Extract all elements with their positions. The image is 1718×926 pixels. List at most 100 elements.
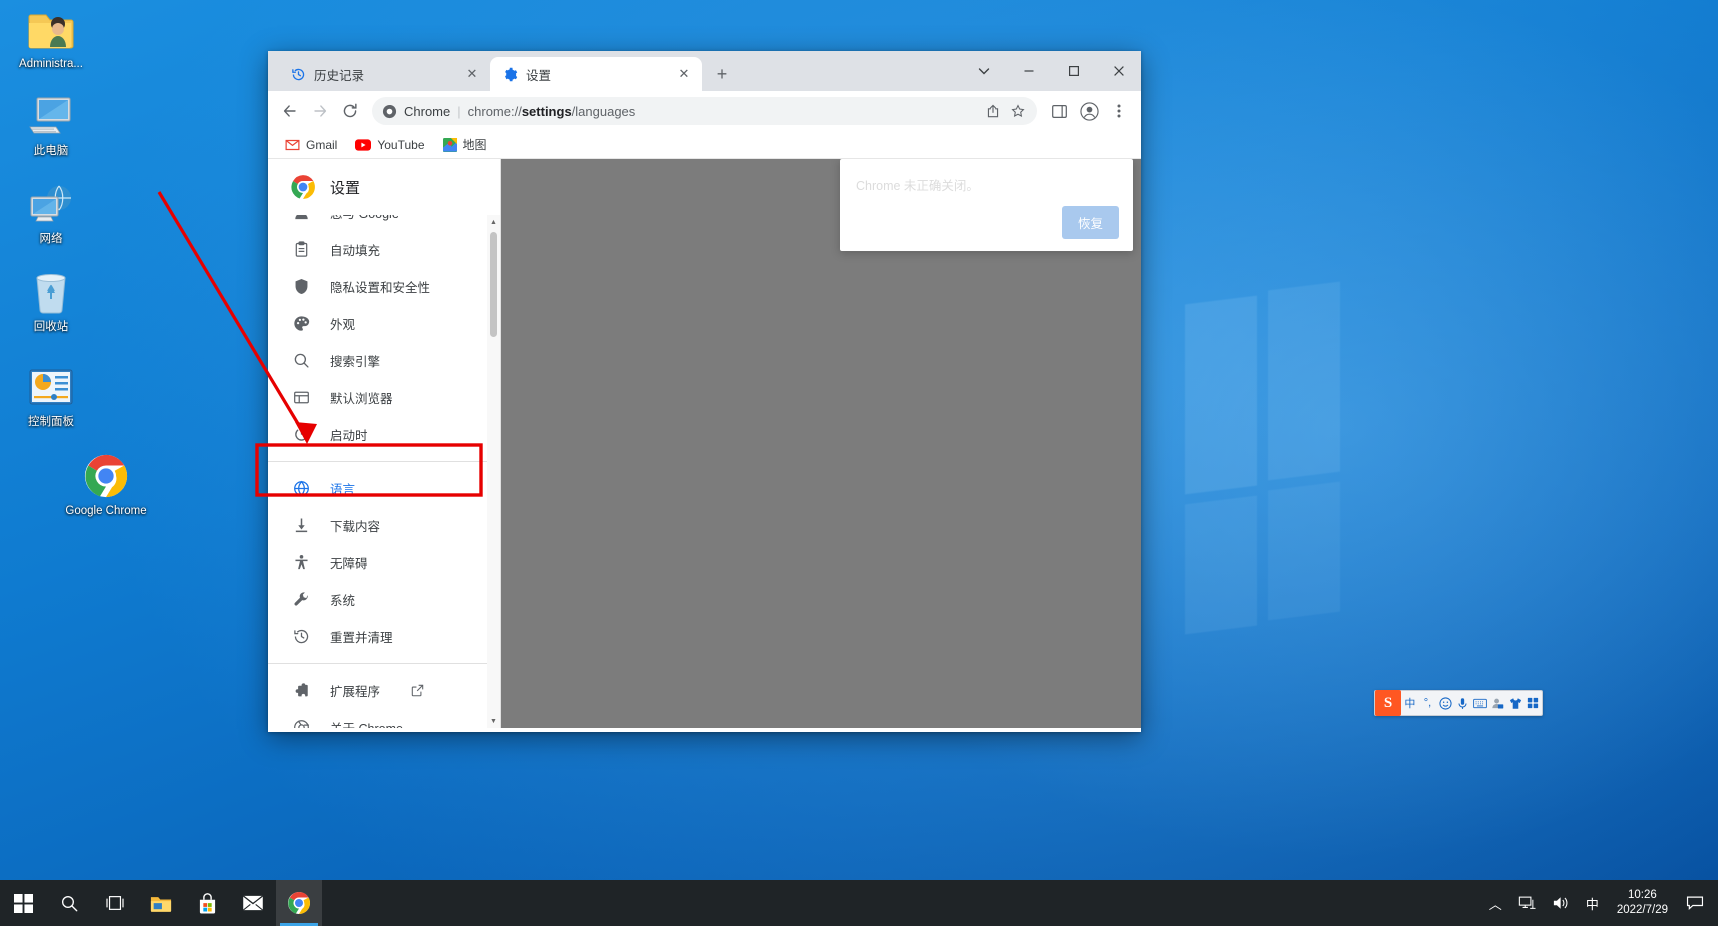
sidebar-item-label: 启动时 (330, 429, 368, 443)
microsoft-store-button[interactable] (184, 880, 230, 926)
sidebar-item-label: 无障碍 (330, 557, 368, 571)
sidebar-item-default-browser[interactable]: 默认浏览器 (268, 379, 500, 416)
scroll-up-arrow[interactable]: ▲ (487, 215, 500, 229)
bookmark-youtube[interactable]: YouTube (348, 135, 431, 155)
youtube-icon (355, 138, 372, 151)
sidebar-item-you-and-google[interactable]: 您与 Google (268, 215, 500, 231)
search-button[interactable] (46, 880, 92, 926)
side-panel-icon[interactable] (1045, 97, 1073, 125)
speaker-icon[interactable] (1544, 880, 1578, 926)
sidebar-item-about-chrome[interactable]: 关于 Chrome (268, 709, 500, 728)
sidebar-item-system[interactable]: 系统 (268, 581, 500, 618)
sidebar-item-extensions[interactable]: 扩展程序 (268, 672, 500, 709)
sidebar-item-privacy-security[interactable]: 隐私设置和安全性 (268, 268, 500, 305)
close-window-button[interactable] (1096, 51, 1141, 91)
sidebar-divider (268, 663, 500, 664)
sidebar-divider (268, 461, 500, 462)
ime-voice-input-button[interactable] (1454, 690, 1472, 716)
tab-search-button[interactable] (961, 51, 1006, 91)
minimize-button[interactable] (1006, 51, 1051, 91)
settings-header: 设置 (268, 159, 500, 215)
extension-icon (292, 682, 310, 700)
bookmarks-bar: Gmail YouTube 地图 (268, 131, 1141, 159)
sidebar-item-downloads[interactable]: 下载内容 (268, 507, 500, 544)
tab-close-button[interactable]: ✕ (464, 66, 480, 82)
star-icon[interactable] (1007, 100, 1029, 122)
sidebar-item-appearance[interactable]: 外观 (268, 305, 500, 342)
restore-clock-icon (292, 628, 310, 646)
globe-icon (292, 480, 310, 498)
forward-button[interactable] (306, 97, 334, 125)
reload-button[interactable] (336, 97, 364, 125)
user-folder-icon (3, 5, 99, 53)
new-tab-button[interactable]: + (708, 60, 736, 88)
start-button[interactable] (0, 880, 46, 926)
ime-user-center-button[interactable] (1489, 690, 1507, 716)
ime-punctuation-toggle[interactable]: °, (1419, 690, 1437, 716)
ime-emoji-button[interactable] (1436, 690, 1454, 716)
network-icon (3, 180, 99, 228)
sidebar-item-label: 搜索引擎 (330, 355, 381, 369)
mail-button[interactable] (230, 880, 276, 926)
chrome-taskbar-button[interactable] (276, 880, 322, 926)
shield-icon (292, 278, 310, 296)
desktop-icon-label: 控制面板 (28, 416, 74, 428)
desktop-icon-administrator[interactable]: Administra... (3, 5, 99, 71)
omnibox-separator: | (457, 103, 461, 119)
bookmark-gmail[interactable]: Gmail (278, 135, 344, 155)
file-explorer-button[interactable] (138, 880, 184, 926)
address-bar[interactable]: Chrome | chrome://settings/languages (372, 97, 1037, 125)
ime-toolbox-button[interactable] (1524, 690, 1542, 716)
desktop-icon-this-pc[interactable]: 此电脑 (3, 92, 99, 158)
share-icon[interactable] (982, 100, 1004, 122)
person-icon (292, 215, 310, 222)
ime-indicator[interactable]: 中 (1578, 880, 1607, 926)
system-tray: ︿ 中 10:26 2022/7/29 (1481, 880, 1718, 926)
sidebar-item-on-startup[interactable]: 启动时 (268, 416, 500, 453)
sidebar-item-reset-cleanup[interactable]: 重置并清理 (268, 618, 500, 655)
ime-language-toggle[interactable]: 中 (1401, 690, 1419, 716)
desktop-icon-network[interactable]: 网络 (3, 180, 99, 246)
tray-overflow-button[interactable]: ︿ (1481, 880, 1510, 926)
profile-avatar-icon[interactable] (1075, 97, 1103, 125)
three-dot-menu-icon[interactable] (1105, 97, 1133, 125)
sogou-logo-icon[interactable]: S (1375, 690, 1401, 716)
search-icon (292, 352, 310, 370)
desktop-icon-google-chrome[interactable]: Google Chrome (58, 452, 154, 518)
sidebar-item-label: 自动填充 (330, 244, 381, 258)
tab-history[interactable]: 历史记录 ✕ (278, 57, 490, 91)
sidebar-item-label: 系统 (330, 594, 356, 608)
wrench-icon (292, 591, 310, 609)
scroll-down-arrow[interactable]: ▼ (487, 714, 500, 728)
desktop-icon-recycle-bin[interactable]: 回收站 (3, 268, 99, 334)
sidebar-scrollbar[interactable]: ▲ ▼ (487, 215, 500, 728)
sidebar-item-autofill[interactable]: 自动填充 (268, 231, 500, 268)
sogou-ime-toolbar: S 中 °, (1374, 690, 1543, 716)
wallpaper-shape (1268, 481, 1340, 621)
page-viewport: 按您的偏好设置对语言进行排序 中文（简体中文） 将网页翻译成此语言 以这种语言显… (268, 159, 1141, 728)
scrollbar-thumb[interactable] (490, 232, 497, 337)
desktop-icon-control-panel[interactable]: 控制面板 (3, 363, 99, 429)
sidebar-item-label: 隐私设置和安全性 (330, 281, 431, 295)
bookmark-maps[interactable]: 地图 (436, 133, 494, 156)
control-panel-icon (3, 363, 99, 411)
desktop-icon-label: 此电脑 (33, 145, 69, 157)
tab-close-button[interactable]: ✕ (676, 66, 692, 82)
notification-icon[interactable] (1678, 880, 1712, 926)
back-button[interactable] (276, 97, 304, 125)
sidebar-item-search-engine[interactable]: 搜索引擎 (268, 342, 500, 379)
ime-soft-keyboard-button[interactable] (1472, 690, 1490, 716)
tab-settings[interactable]: 设置 ✕ (490, 57, 702, 91)
task-view-button[interactable] (92, 880, 138, 926)
sidebar-item-languages[interactable]: 语言 (268, 470, 500, 507)
sidebar-item-accessibility[interactable]: 无障碍 (268, 544, 500, 581)
omnibox-url: chrome://settings/languages (467, 103, 636, 119)
maximize-button[interactable] (1051, 51, 1096, 91)
tab-title: 历史记录 (314, 68, 365, 83)
restore-button[interactable]: 恢复 (1061, 206, 1119, 239)
ime-skin-button[interactable] (1507, 690, 1525, 716)
monitor-network-icon[interactable] (1510, 880, 1544, 926)
taskbar-clock[interactable]: 10:26 2022/7/29 (1607, 880, 1678, 926)
desktop-icon-label: Google Chrome (65, 505, 147, 517)
desktop-icon-label: 网络 (39, 233, 63, 245)
